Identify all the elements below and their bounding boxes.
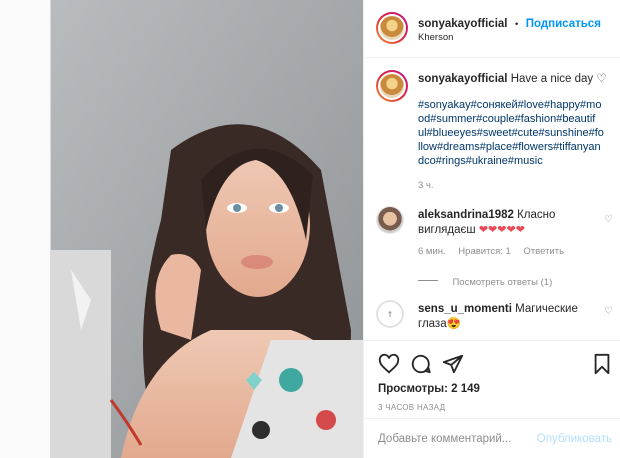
add-comment-bar: Добавьте комментарий... Опубликовать bbox=[364, 418, 620, 458]
comment-hearts: ❤❤❤❤❤ bbox=[478, 224, 525, 236]
comment-reply-button[interactable]: Ответить bbox=[523, 246, 564, 257]
comment-like-heart-icon[interactable]: ♡ bbox=[604, 306, 613, 317]
comment-meta: 6 мин. Нравится: 1 Ответить bbox=[418, 246, 564, 257]
comment-text-line2: виглядаєш bbox=[418, 224, 476, 236]
caption-hashtags[interactable]: #sonyakay#сонякей#love#happy#mo od#summe… bbox=[418, 98, 618, 168]
caption: sonyakayofficial Have a nice day ♡ bbox=[418, 72, 614, 87]
author-avatar[interactable] bbox=[376, 12, 408, 44]
comment-likes[interactable]: Нравится: 1 bbox=[458, 246, 510, 257]
caption-username[interactable]: sonyakayofficial bbox=[418, 73, 507, 85]
hashtag-line[interactable]: #sonyakay#сонякей#love#happy#mo bbox=[418, 98, 618, 112]
post-photo[interactable] bbox=[51, 0, 363, 458]
caption-time[interactable]: 3 ч. bbox=[418, 180, 434, 191]
comment: sens_u_momenti Магические глаза😍 bbox=[418, 302, 598, 332]
view-replies-label[interactable]: Посмотреть ответы (1) bbox=[452, 277, 552, 288]
comment-emoji: 😍 bbox=[446, 318, 461, 330]
post-details-panel: sonyakayofficial • Подписаться Kherson s… bbox=[363, 0, 620, 458]
view-replies[interactable]: Посмотреть ответы (1) bbox=[418, 272, 552, 290]
comment-username[interactable]: sens_u_momenti bbox=[418, 303, 512, 315]
comment-username[interactable]: aleksandrina1982 bbox=[418, 209, 514, 221]
share-icon[interactable] bbox=[442, 353, 464, 375]
post-header: sonyakayofficial • Подписаться Kherson bbox=[364, 0, 620, 58]
separator-dot: • bbox=[514, 19, 519, 30]
comment-time[interactable]: 6 мин. bbox=[418, 246, 446, 257]
commenter-avatar[interactable]: ϯ bbox=[376, 300, 404, 328]
follow-button[interactable]: Подписаться bbox=[526, 18, 601, 30]
commenter-avatar[interactable] bbox=[376, 206, 404, 234]
post-container: sonyakayofficial • Подписаться Kherson s… bbox=[50, 0, 620, 458]
post-timestamp[interactable]: 3 ЧАСОВ НАЗАД bbox=[378, 403, 445, 412]
views-count[interactable]: Просмотры: 2 149 bbox=[378, 383, 480, 395]
author-username[interactable]: sonyakayofficial bbox=[418, 18, 507, 30]
caption-author-avatar[interactable] bbox=[376, 70, 408, 102]
hashtag-line[interactable]: dco#rings#ukraine#music bbox=[418, 154, 618, 168]
comment: aleksandrina1982 Класно виглядаєш ❤❤❤❤❤ bbox=[418, 208, 598, 238]
comment-like-heart-icon[interactable]: ♡ bbox=[604, 214, 613, 225]
comment-icon[interactable] bbox=[410, 353, 432, 375]
photo-illustration bbox=[51, 0, 363, 458]
heart-icon[interactable] bbox=[378, 353, 400, 375]
replies-line bbox=[418, 280, 438, 282]
comment-input[interactable]: Добавьте комментарий... bbox=[378, 433, 511, 445]
hashtag-line[interactable]: od#summer#couple#fashion#beautif bbox=[418, 112, 618, 126]
publish-button[interactable]: Опубликовать bbox=[537, 433, 612, 445]
comment-text: Класно bbox=[517, 209, 556, 221]
comment-text: Магические bbox=[515, 303, 578, 315]
hashtag-line[interactable]: llow#dreams#place#flowers#tiffanyan bbox=[418, 140, 618, 154]
bookmark-icon[interactable] bbox=[592, 353, 612, 375]
caption-text: Have a nice day ♡ bbox=[510, 73, 607, 85]
post-location[interactable]: Kherson bbox=[418, 32, 453, 43]
comment-text-line2: глаза bbox=[418, 318, 447, 330]
hashtag-line[interactable]: ul#blueeyes#sweet#cute#sunshine#fo bbox=[418, 126, 618, 140]
